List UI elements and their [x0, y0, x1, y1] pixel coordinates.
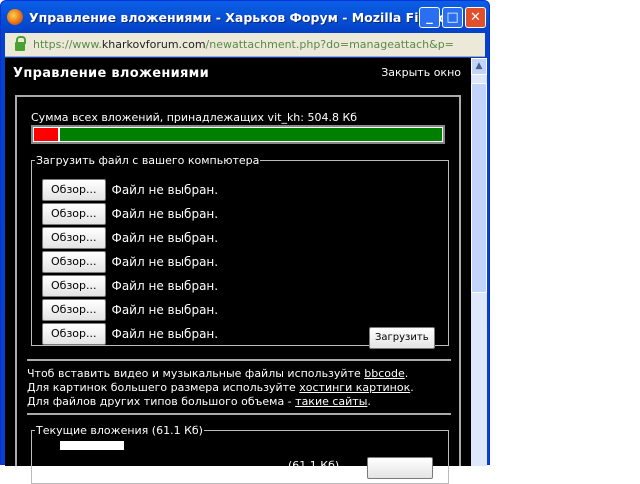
no-file-label: Файл не выбран.: [111, 327, 219, 341]
attachment-thumbnail[interactable]: [60, 441, 124, 450]
browse-button[interactable]: Обзор...: [42, 299, 106, 321]
file-input-row[interactable]: Обзор... Файл не выбран.: [42, 179, 218, 201]
browse-button[interactable]: Обзор...: [42, 251, 106, 273]
divider: [27, 359, 451, 361]
attachments-panel: Сумма всех вложений, принадлежащих vit_k…: [15, 95, 461, 484]
info-line: Чтоб вставить видео и музыкальные файлы …: [27, 367, 365, 380]
info-text: Чтоб вставить видео и музыкальные файлы …: [27, 367, 414, 409]
quota-free: [60, 128, 442, 141]
file-input-row[interactable]: Обзор... Файл не выбран.: [42, 275, 218, 297]
info-line: Для картинок большего размера используйт…: [27, 381, 300, 394]
dot: .: [404, 367, 409, 380]
browse-button[interactable]: Обзор...: [42, 227, 106, 249]
no-file-label: Файл не выбран.: [111, 279, 219, 293]
browse-button[interactable]: Обзор...: [42, 203, 106, 225]
quota-bar: [31, 125, 445, 144]
lock-icon: [15, 36, 26, 51]
file-sites-link[interactable]: такие сайты: [295, 395, 367, 408]
file-input-row[interactable]: Обзор... Файл не выбран.: [42, 299, 218, 321]
page-title: Управление вложениями: [13, 66, 209, 81]
scroll-up-arrow-icon[interactable]: ▲: [471, 58, 487, 75]
upload-legend: Загрузить файл с вашего компьютера: [36, 154, 260, 167]
divider: [27, 413, 451, 415]
firefox-icon: [7, 9, 23, 25]
delete-attachment-button[interactable]: [367, 457, 433, 479]
no-file-label: Файл не выбран.: [111, 303, 219, 317]
attachment-size: (61.1 Кб): [288, 459, 340, 472]
scroll-thumb[interactable]: [471, 83, 487, 293]
current-attachments-fieldset: Текущие вложения (61.1 Кб) (61.1 Кб): [31, 424, 449, 484]
file-input-row[interactable]: Обзор... Файл не выбран.: [42, 323, 218, 345]
no-file-label: Файл не выбран.: [111, 231, 219, 245]
url-path: /newattachment.php?do=manageattach&p=: [205, 38, 454, 51]
file-input-row[interactable]: Обзор... Файл не выбран.: [42, 203, 218, 225]
browse-button[interactable]: Обзор...: [42, 179, 106, 201]
upload-fieldset: Загрузить файл с вашего компьютера Обзор…: [31, 154, 449, 349]
maximize-button[interactable]: □: [442, 7, 463, 28]
quota-used: [34, 128, 59, 141]
dot: .: [367, 395, 371, 408]
no-file-label: Файл не выбран.: [111, 255, 219, 269]
close-button[interactable]: ✕: [465, 7, 486, 28]
bbcode-link[interactable]: bbcode: [364, 367, 405, 380]
no-file-label: Файл не выбран.: [111, 207, 219, 221]
file-input-row[interactable]: Обзор... Файл не выбран.: [42, 227, 218, 249]
scrollbar[interactable]: ▲: [471, 58, 487, 466]
close-window-link[interactable]: Закрыть окно: [381, 66, 461, 79]
info-line: Для файлов других типов большого объема …: [27, 395, 296, 408]
upload-button[interactable]: Загрузить: [369, 327, 435, 349]
no-file-label: Файл не выбран.: [111, 183, 219, 197]
browse-button[interactable]: Обзор...: [42, 275, 106, 297]
quota-text: Сумма всех вложений, принадлежащих vit_k…: [31, 111, 358, 124]
url-host: kharkovforum.com: [101, 38, 206, 51]
image-hosting-link[interactable]: хостинги картинок: [299, 381, 410, 394]
url-prefix: https://www.: [33, 38, 102, 51]
minimize-button[interactable]: _: [419, 7, 440, 28]
title-bar: Управление вложениями - Харьков Форум - …: [7, 6, 455, 28]
firefox-window: Управление вложениями - Харьков Форум - …: [0, 0, 490, 484]
window-title: Управление вложениями - Харьков Форум - …: [29, 9, 456, 25]
browse-button[interactable]: Обзор...: [42, 323, 106, 345]
current-legend: Текущие вложения (61.1 Кб): [36, 424, 203, 437]
file-input-row[interactable]: Обзор... Файл не выбран.: [42, 251, 218, 273]
address-bar[interactable]: https://www. kharkovforum.com/newattachme…: [5, 33, 485, 57]
dot: .: [410, 381, 414, 394]
page-content: Управление вложениями Закрыть окно Сумма…: [5, 58, 471, 484]
